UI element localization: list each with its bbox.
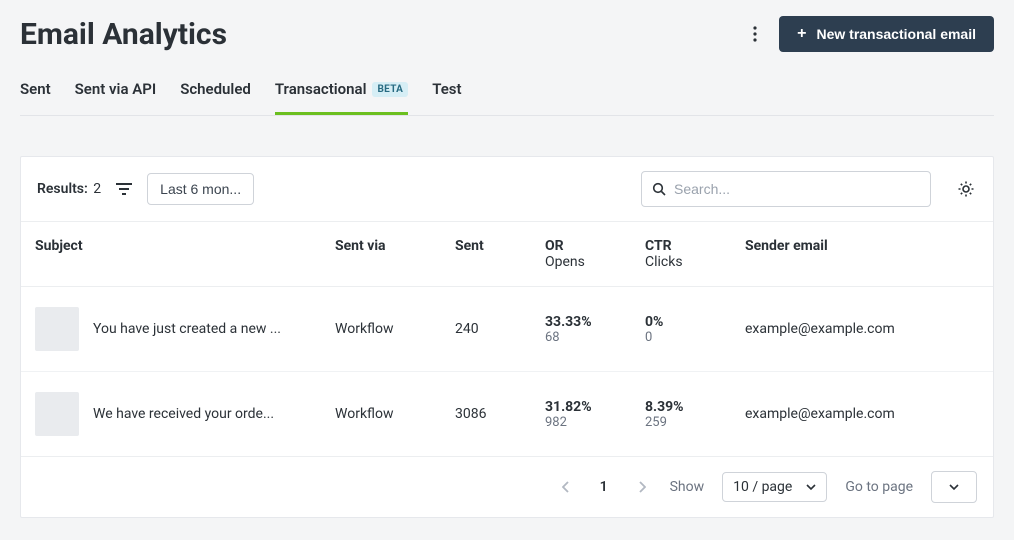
col-header-ctr-main: CTR [645, 238, 672, 254]
next-page-button[interactable] [632, 477, 652, 497]
cell-sent-via: Workflow [321, 372, 441, 457]
results-label: Results: [37, 181, 88, 197]
tab-label: Sent via API [75, 80, 157, 98]
col-header-ctr[interactable]: CTR Clicks [631, 222, 731, 287]
tab-sent-via-api[interactable]: Sent via API [75, 80, 157, 115]
col-header-sent[interactable]: Sent [441, 222, 531, 287]
search-field-wrap[interactable] [641, 171, 931, 207]
results-panel: Results: 2 Last 6 mon... Subject Sent vi… [20, 156, 994, 518]
per-page-select[interactable]: 10 / page [722, 472, 827, 502]
tab-test[interactable]: Test [432, 80, 461, 115]
chevron-left-icon [562, 481, 570, 493]
col-header-sent-via[interactable]: Sent via [321, 222, 441, 287]
filter-icon [116, 182, 132, 196]
tab-label: Sent [20, 80, 51, 98]
email-thumbnail [35, 392, 79, 436]
more-options-button[interactable] [745, 24, 765, 44]
per-page-value: 10 / page [733, 479, 792, 495]
gear-icon [957, 180, 975, 198]
page-title: Email Analytics [20, 17, 227, 52]
cell-sent-via: Workflow [321, 287, 441, 372]
subject-text: We have received your orde... [93, 406, 274, 422]
email-thumbnail [35, 307, 79, 351]
ctr-percent: 0% [645, 314, 663, 330]
beta-badge: BETA [372, 82, 408, 97]
cell-or: 31.82% 982 [531, 372, 631, 457]
col-header-or-main: OR [545, 238, 564, 254]
results-summary: Results: 2 [37, 181, 101, 197]
new-button-label: New transactional email [816, 26, 976, 42]
results-count: 2 [93, 181, 101, 197]
current-page: 1 [594, 479, 614, 495]
tab-transactional[interactable]: Transactional BETA [275, 80, 408, 115]
cell-sender: example@example.com [731, 287, 993, 372]
new-transactional-email-button[interactable]: + New transactional email [779, 16, 994, 52]
or-count: 982 [545, 415, 617, 430]
subject-text: You have just created a new ... [93, 321, 281, 337]
cell-or: 33.33% 68 [531, 287, 631, 372]
table-row[interactable]: You have just created a new ... Workflow… [21, 287, 993, 372]
col-header-subject[interactable]: Subject [21, 222, 321, 287]
tab-label: Test [432, 80, 461, 98]
or-count: 68 [545, 330, 617, 345]
tabs: Sent Sent via API Scheduled Transactiona… [20, 80, 994, 116]
chevron-down-icon [949, 482, 959, 492]
col-header-or-sub: Opens [545, 254, 617, 270]
tab-sent[interactable]: Sent [20, 80, 51, 115]
col-header-sender[interactable]: Sender email [731, 222, 993, 287]
date-range-button[interactable]: Last 6 mon... [147, 173, 254, 205]
ctr-percent: 8.39% [645, 399, 684, 415]
col-header-ctr-sub: Clicks [645, 254, 717, 270]
tab-scheduled[interactable]: Scheduled [180, 80, 251, 115]
or-percent: 31.82% [545, 399, 592, 415]
search-icon [652, 182, 666, 196]
cell-ctr: 8.39% 259 [631, 372, 731, 457]
cell-ctr: 0% 0 [631, 287, 731, 372]
cell-sent: 3086 [441, 372, 531, 457]
tab-label: Scheduled [180, 80, 251, 98]
cell-sent: 240 [441, 287, 531, 372]
goto-page-input[interactable] [931, 471, 977, 503]
search-input[interactable] [674, 181, 920, 197]
goto-page-label: Go to page [845, 479, 913, 495]
table-row[interactable]: We have received your orde... Workflow 3… [21, 372, 993, 457]
prev-page-button[interactable] [556, 477, 576, 497]
plus-icon: + [797, 26, 806, 42]
results-table: Subject Sent via Sent OR Opens CTR Click… [21, 222, 993, 456]
table-settings-button[interactable] [955, 178, 977, 200]
ctr-count: 0 [645, 330, 717, 345]
cell-sender: example@example.com [731, 372, 993, 457]
tab-label: Transactional [275, 80, 367, 98]
show-label: Show [670, 479, 705, 495]
chevron-right-icon [638, 481, 646, 493]
filter-button[interactable] [115, 180, 133, 198]
or-percent: 33.33% [545, 314, 592, 330]
ctr-count: 259 [645, 415, 717, 430]
chevron-down-icon [806, 482, 816, 492]
kebab-icon [753, 26, 757, 42]
col-header-or[interactable]: OR Opens [531, 222, 631, 287]
